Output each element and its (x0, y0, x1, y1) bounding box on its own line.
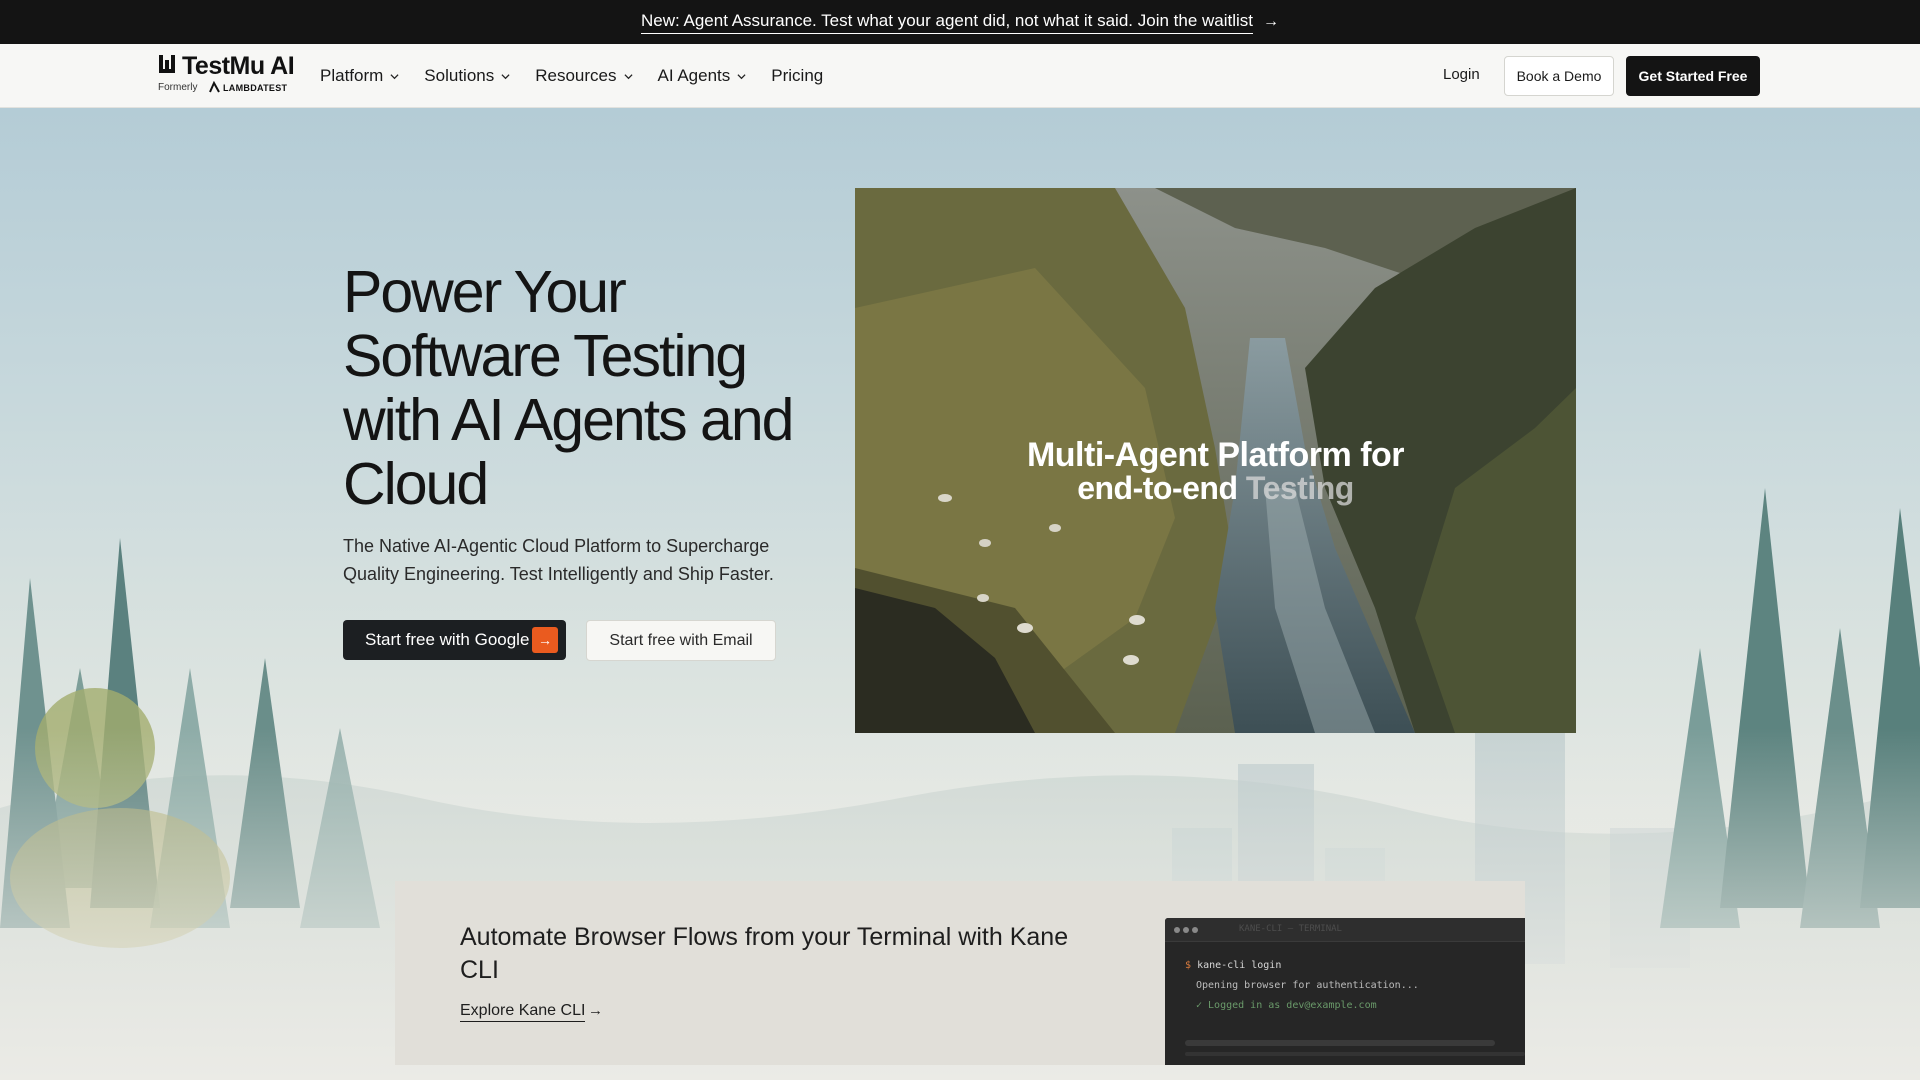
start-email-button[interactable]: Start free with Email (586, 620, 776, 661)
window-dot-icon (1192, 927, 1198, 933)
nav-label: AI Agents (657, 66, 731, 85)
nav-label: Solutions (424, 66, 495, 85)
overlay-word-end-to-end: end-to-end (1077, 470, 1238, 506)
chevron-down-icon (737, 73, 746, 79)
get-started-button[interactable]: Get Started Free (1626, 56, 1760, 96)
lambdatest-wordmark: LAMBDATEST (223, 83, 288, 93)
arrow-right-icon[interactable]: → (1263, 13, 1279, 31)
terminal-scrollbar-track (1185, 1052, 1525, 1056)
start-google-button[interactable]: Start free with Google → (343, 620, 566, 660)
terminal-window: KANE-CLI — TERMINAL $ kane-cli login Ope… (1165, 918, 1525, 1065)
hero-media: Multi-Agent Platform for end-to-end Test… (855, 188, 1576, 733)
terminal-prompt: $ (1185, 960, 1192, 971)
nav-label: Resources (535, 66, 617, 85)
terminal-success: ✓ Logged in as dev@example.com (1196, 1000, 1377, 1011)
announcement-bar: New: Agent Assurance. Test what your age… (0, 0, 1920, 44)
chevron-down-icon (390, 73, 399, 79)
explore-kane-cli-link[interactable]: Explore Kane CLI (460, 1002, 586, 1022)
lambdatest-icon (209, 81, 220, 93)
nav-resources[interactable]: Resources (535, 66, 633, 86)
announcement-link[interactable]: New: Agent Assurance. Test what your age… (640, 11, 1254, 34)
nav-solutions[interactable]: Solutions (424, 66, 510, 86)
nav-platform[interactable]: Platform (320, 66, 399, 86)
nav-label: Pricing (771, 66, 824, 85)
media-overlay-line2: end-to-end Testing (855, 470, 1576, 507)
logo-name: TestMu AI (182, 52, 295, 80)
arrow-right-icon[interactable]: → (588, 1002, 603, 1019)
kane-cli-card: Automate Browser Flows from your Termina… (395, 881, 1525, 1065)
hero-title: Power Your Software Testing with AI Agen… (343, 259, 794, 517)
hero-subtitle: The Native AI-Agentic Cloud Platform to … (343, 536, 774, 584)
book-demo-button[interactable]: Book a Demo (1504, 56, 1614, 96)
testmu-logo-icon (159, 55, 175, 73)
window-dot-icon (1174, 927, 1180, 933)
main-nav: Platform Solutions Resources AI Agents P… (320, 44, 848, 108)
chevron-down-icon (501, 73, 510, 79)
kane-cli-title: Automate Browser Flows from your Termina… (460, 923, 1069, 984)
chevron-down-icon (623, 73, 633, 79)
login-link[interactable]: Login (1443, 66, 1480, 83)
terminal-output: Opening browser for authentication... (1196, 980, 1419, 991)
window-dot-icon (1183, 927, 1189, 933)
nav-ai-agents[interactable]: AI Agents (658, 66, 747, 86)
terminal-titlebar: KANE-CLI — TERMINAL (1165, 918, 1525, 942)
arrow-right-icon: → (532, 627, 558, 653)
nav-label: Platform (320, 66, 384, 85)
terminal-command: kane-cli login (1197, 960, 1282, 971)
logo[interactable]: TestMu AI Formerly LAMBDATEST (158, 52, 298, 98)
terminal-command-line: $ kane-cli login (1185, 960, 1281, 971)
start-google-label: Start free with Google (365, 630, 530, 649)
site-header: TestMu AI Formerly LAMBDATEST Platform S… (0, 44, 1920, 108)
terminal-title: KANE-CLI — TERMINAL (1239, 924, 1342, 934)
logo-formerly-label: Formerly (158, 82, 198, 93)
overlay-word-testing: Testing (1245, 470, 1354, 506)
terminal-scrollbar[interactable] (1185, 1040, 1495, 1046)
nav-pricing[interactable]: Pricing (771, 66, 823, 86)
